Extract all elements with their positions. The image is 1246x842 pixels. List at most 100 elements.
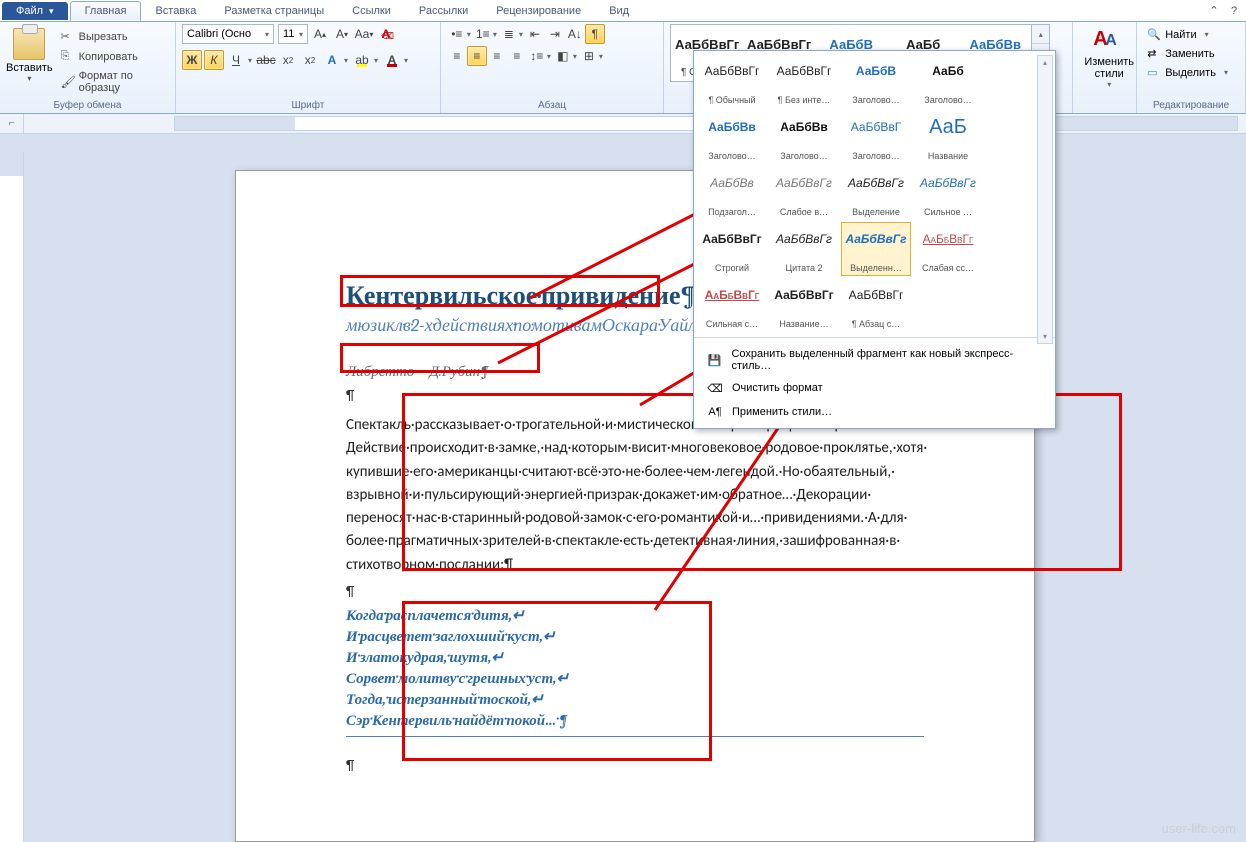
tab-view[interactable]: Вид — [595, 2, 643, 20]
change-styles-button[interactable]: Изменить стили ▾ — [1079, 24, 1139, 89]
doc-body: Спектакль·рассказывает·о·трогательной·и·… — [346, 414, 924, 577]
borders-button[interactable]: ⊞ — [579, 46, 599, 66]
eraser-icon: ⌫ — [706, 380, 724, 396]
tab-review[interactable]: Рецензирование — [482, 2, 595, 20]
format-painter-button[interactable]: Формат по образцу — [57, 68, 169, 96]
tab-references[interactable]: Ссылки — [338, 2, 405, 20]
change-case-button[interactable]: Aa▾ — [354, 24, 374, 44]
copy-button[interactable]: Копировать — [57, 48, 169, 66]
style-item[interactable]: АаБбВвГЗаголово… — [841, 110, 911, 164]
panel-scrollbar[interactable] — [1037, 55, 1053, 344]
workspace: Кентервильское·привидение¶ мюзикл·в·2-х·… — [0, 134, 1246, 842]
select-icon — [1147, 66, 1161, 79]
font-size-combo[interactable]: 11▾ — [278, 24, 308, 44]
paste-label: Вставить — [6, 62, 53, 74]
tab-home[interactable]: Главная — [70, 1, 142, 21]
style-item[interactable]: АаБбВвГг¶ Обычный — [697, 54, 767, 108]
tab-layout[interactable]: Разметка страницы — [210, 2, 338, 20]
group-label-font: Шрифт — [182, 98, 434, 113]
align-left-button[interactable]: ≡ — [447, 46, 467, 66]
show-marks-button[interactable]: ¶ — [585, 24, 605, 44]
style-item[interactable]: АаБбВвГгСильное … — [913, 166, 983, 220]
find-button[interactable]: Найти▾ — [1143, 26, 1239, 43]
apply-styles[interactable]: A¶Применить стили… — [700, 400, 1049, 424]
vertical-ruler[interactable] — [0, 152, 24, 842]
help-icon[interactable]: ? — [1226, 3, 1242, 19]
style-item[interactable]: АаБбВвПодзагол… — [697, 166, 767, 220]
style-item[interactable]: АаБНазвание — [913, 110, 983, 164]
line-spacing-button[interactable]: ↕≡ — [527, 46, 547, 66]
style-item[interactable]: АаБбВвГг¶ Без инте… — [769, 54, 839, 108]
font-name-combo[interactable]: Calibri (Осно▾ — [182, 24, 274, 44]
align-right-button[interactable]: ≡ — [487, 46, 507, 66]
sort-button[interactable]: A↓ — [565, 24, 585, 44]
chevron-down-icon[interactable]: ▾ — [597, 46, 605, 66]
chevron-down-icon: ▾ — [299, 30, 303, 39]
ribbon: Вставить ▾ Вырезать Копировать Формат по… — [0, 22, 1246, 114]
chevron-down-icon[interactable]: ▾ — [246, 50, 254, 70]
underline-button[interactable]: Ч — [226, 50, 246, 70]
highlight-button[interactable]: ab — [352, 50, 372, 70]
style-item[interactable]: АаБбВвГгСлабая сс… — [913, 222, 983, 276]
indent-button[interactable]: ⇥ — [545, 24, 565, 44]
strike-button[interactable]: abc — [256, 50, 276, 70]
select-button[interactable]: Выделить▾ — [1143, 64, 1239, 81]
group-label-editing: Редактирование — [1143, 98, 1239, 113]
clear-format-button[interactable]: A⌫ — [376, 24, 396, 44]
paste-button[interactable]: Вставить ▾ — [6, 24, 53, 83]
style-item[interactable]: АаБбВвГгНазвание… — [769, 278, 839, 332]
tab-insert[interactable]: Вставка — [141, 2, 210, 20]
style-item[interactable]: АаБбВвГгВыделенн… — [841, 222, 911, 276]
style-item[interactable]: АаБбВвГгСтрогий — [697, 222, 767, 276]
clear-format[interactable]: ⌫Очистить формат — [700, 376, 1049, 400]
tab-selector[interactable] — [0, 114, 24, 133]
style-item[interactable]: АаБбВвГгСлабое в… — [769, 166, 839, 220]
search-icon — [1147, 28, 1161, 41]
numbering-button[interactable]: 1≡ — [473, 24, 493, 44]
horizontal-ruler-row — [0, 114, 1246, 134]
grow-font-button[interactable]: A▴ — [310, 24, 330, 44]
style-item[interactable]: АаБбВвГгВыделение — [841, 166, 911, 220]
align-center-button[interactable]: ≡ — [467, 46, 487, 66]
text-effects-button[interactable]: A — [322, 50, 342, 70]
paragraph-mark: ¶ — [346, 757, 924, 774]
group-paragraph: •≡▾ 1≡▾ ≣▾ ⇤ ⇥ A↓ ¶ ≡ ≡ ≡ ≡ ↕≡▾ ◧▾ ⊞▾ Аб… — [441, 22, 664, 113]
subscript-button[interactable]: x2 — [278, 50, 298, 70]
justify-button[interactable]: ≡ — [507, 46, 527, 66]
chevron-down-icon[interactable]: ▾ — [342, 50, 350, 70]
scissors-icon — [61, 30, 75, 44]
style-item[interactable]: АаБбВвЗаголово… — [697, 110, 767, 164]
style-item[interactable]: АаБбВЗаголово… — [841, 54, 911, 108]
chevron-down-icon[interactable]: ▾ — [465, 24, 473, 44]
save-selection-style[interactable]: 💾Сохранить выделенный фрагмент как новый… — [700, 344, 1049, 376]
cut-button[interactable]: Вырезать — [57, 28, 169, 46]
ribbon-minimize-icon[interactable]: ⌃ — [1206, 3, 1222, 19]
multilevel-button[interactable]: ≣ — [499, 24, 519, 44]
bold-button[interactable]: Ж — [182, 50, 202, 70]
tab-mailings[interactable]: Рассылки — [405, 2, 482, 20]
style-item[interactable]: АаБбЗаголово… — [913, 54, 983, 108]
shrink-font-button[interactable]: A▾ — [332, 24, 352, 44]
group-font: Calibri (Осно▾ 11▾ A▴ A▾ Aa▾ A⌫ Ж К Ч▾ a… — [176, 22, 441, 113]
replace-button[interactable]: Заменить — [1143, 45, 1239, 62]
chevron-down-icon[interactable]: ▾ — [545, 46, 553, 66]
chevron-down-icon[interactable]: ▾ — [517, 24, 525, 44]
chevron-down-icon[interactable]: ▾ — [402, 50, 410, 70]
style-item[interactable]: АаБбВвГгЦитата 2 — [769, 222, 839, 276]
italic-button[interactable]: К — [204, 50, 224, 70]
outdent-button[interactable]: ⇤ — [525, 24, 545, 44]
tab-file[interactable]: Файл — [2, 2, 68, 20]
style-item[interactable]: АаБбВвГгСильная с… — [697, 278, 767, 332]
shading-button[interactable]: ◧ — [553, 46, 573, 66]
bullets-button[interactable]: •≡ — [447, 24, 467, 44]
superscript-button[interactable]: x2 — [300, 50, 320, 70]
font-color-button[interactable]: A — [382, 50, 402, 70]
chevron-down-icon[interactable]: ▾ — [491, 24, 499, 44]
brush-icon — [61, 75, 75, 89]
style-item[interactable]: АаБбВвГг¶ Абзац с… — [841, 278, 911, 332]
apply-icon: A¶ — [706, 404, 724, 420]
style-item[interactable]: АаБбВвЗаголово… — [769, 110, 839, 164]
chevron-down-icon[interactable]: ▾ — [571, 46, 579, 66]
chevron-down-icon[interactable]: ▾ — [372, 50, 380, 70]
group-label-paragraph: Абзац — [447, 98, 657, 113]
